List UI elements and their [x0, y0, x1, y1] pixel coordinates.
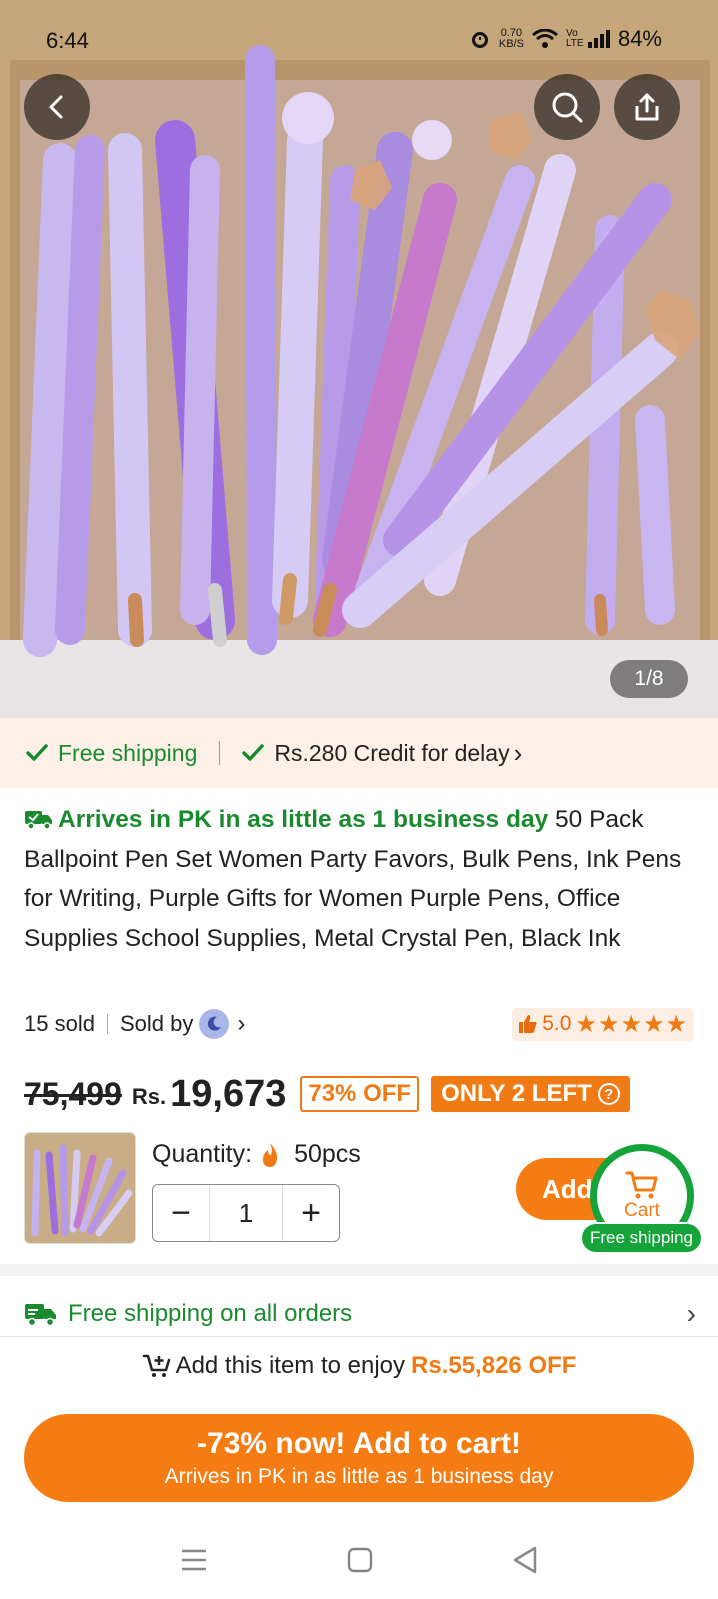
quantity-label: Quantity:: [152, 1140, 253, 1168]
back-button[interactable]: [24, 74, 90, 140]
add-to-cart-cta[interactable]: -73% now! Add to cart! Arrives in PK in …: [24, 1414, 694, 1502]
flame-icon: [263, 1142, 278, 1167]
help-icon: ?: [597, 1083, 620, 1105]
thumbs-up-icon: [519, 1015, 537, 1033]
variant-thumbnail[interactable]: [24, 1132, 136, 1244]
signal-icon: [587, 30, 610, 48]
check-icon: [242, 744, 265, 761]
cta-sub-label: Arrives in PK in as little as 1 business…: [164, 1465, 554, 1488]
stock-badge[interactable]: ONLY 2 LEFT ?: [431, 1076, 630, 1112]
bundle-offer-text: Add this item to enjoy: [175, 1352, 406, 1379]
seller-avatar[interactable]: [199, 1009, 230, 1039]
price-row: 75,499 Rs. 19,673 73% OFF ONLY 2 LEFT ?: [24, 1064, 630, 1124]
rating-value: 5.0: [542, 1012, 572, 1035]
sold-by-label: Sold by: [119, 1011, 194, 1036]
cart-label: Cart: [624, 1200, 660, 1221]
quantity-stepper: − 1 +: [152, 1184, 340, 1242]
variant-value: 50pcs: [294, 1140, 361, 1168]
original-price: 75,499: [24, 1075, 122, 1112]
gallery-page-indicator: 1/8: [610, 660, 688, 698]
back-arrow-icon: [49, 95, 63, 119]
product-photo: [0, 0, 718, 718]
divider: [0, 1336, 718, 1337]
rating-stars: ★★★★★: [575, 1010, 688, 1038]
product-title-block: Arrives in PK in as little as 1 business…: [24, 800, 704, 958]
sale-price: 19,673: [170, 1072, 287, 1115]
search-icon: [552, 92, 583, 123]
cart-plus-icon: [142, 1354, 170, 1377]
menu-icon[interactable]: [180, 1548, 208, 1572]
back-triangle-icon[interactable]: [512, 1546, 538, 1574]
delivery-truck-icon: [25, 1304, 56, 1327]
status-time: 6:44: [46, 28, 89, 53]
free-all-orders-label: Free shipping on all orders: [68, 1300, 353, 1327]
stock-label: ONLY 2 LEFT: [441, 1080, 592, 1107]
add-label: Add: [542, 1173, 593, 1204]
cart-icon: [625, 1171, 658, 1199]
alarm-icon: [471, 32, 488, 48]
search-button[interactable]: [534, 74, 600, 140]
delivery-truck-icon: [25, 811, 52, 830]
status-bar: 6:44 0.70 KB/S Vo LTE 84%: [0, 0, 718, 84]
quantity-label-row: Quantity: 50pcs: [152, 1140, 361, 1169]
sold-count: 15 sold: [24, 1011, 95, 1036]
bundle-offer-row: Add this item to enjoy Rs.55,826 OFF: [0, 1345, 718, 1387]
check-icon: [26, 744, 48, 761]
share-button[interactable]: [614, 74, 680, 140]
rating-badge[interactable]: 5.0 ★★★★★: [512, 1007, 694, 1041]
cart-free-shipping-badge: Free shipping: [580, 1222, 704, 1254]
wifi-icon: [531, 29, 558, 48]
sales-meta-row: 15 sold Sold by › 5.0 ★★★★★: [24, 1004, 694, 1044]
battery-level: 84%: [617, 26, 662, 51]
discount-badge: 73% OFF: [300, 1076, 420, 1112]
variant-thumbnail-photo: [25, 1133, 135, 1243]
share-icon: [635, 93, 659, 121]
delay-credit-label: Rs.280 Credit for delay: [274, 739, 510, 766]
arrival-promise: Arrives in PK in as little as 1 business…: [24, 806, 555, 833]
home-icon[interactable]: [347, 1547, 373, 1573]
volte-icon: Vo LTE: [565, 28, 584, 49]
quantity-value[interactable]: 1: [209, 1185, 283, 1241]
chevron-right-icon: ›: [513, 737, 523, 768]
system-navigation-bar: [0, 1520, 718, 1599]
divider: [219, 741, 221, 765]
section-divider: [0, 1264, 718, 1276]
seller-chevron-icon[interactable]: ›: [237, 1010, 245, 1038]
divider: [106, 1014, 108, 1034]
chevron-right-icon: ›: [686, 1298, 696, 1329]
shipping-benefits-strip[interactable]: Free shipping Rs.280 Credit for delay ›: [0, 718, 718, 788]
net-speed-unit: KB/S: [498, 38, 524, 50]
free-shipping-label: Free shipping: [58, 739, 198, 766]
cta-main-label: -73% now! Add to cart!: [197, 1427, 521, 1460]
free-shipping-all-orders-row[interactable]: Free shipping on all orders ›: [24, 1292, 696, 1336]
arrival-text: Arrives in PK in as little as 1 business…: [58, 806, 549, 833]
decrement-button[interactable]: −: [153, 1185, 209, 1241]
increment-button[interactable]: +: [283, 1185, 339, 1241]
status-icons: 0.70 KB/S Vo LTE 84%: [469, 26, 662, 52]
product-image-gallery[interactable]: 6:44 0.70 KB/S Vo LTE 84% 1/8: [0, 0, 718, 718]
bundle-offer-amount: Rs.55,826 OFF: [411, 1352, 577, 1379]
network-speed: 0.70 KB/S: [499, 28, 524, 50]
moon-icon: [208, 1016, 222, 1031]
currency-label: Rs.: [131, 1084, 167, 1109]
